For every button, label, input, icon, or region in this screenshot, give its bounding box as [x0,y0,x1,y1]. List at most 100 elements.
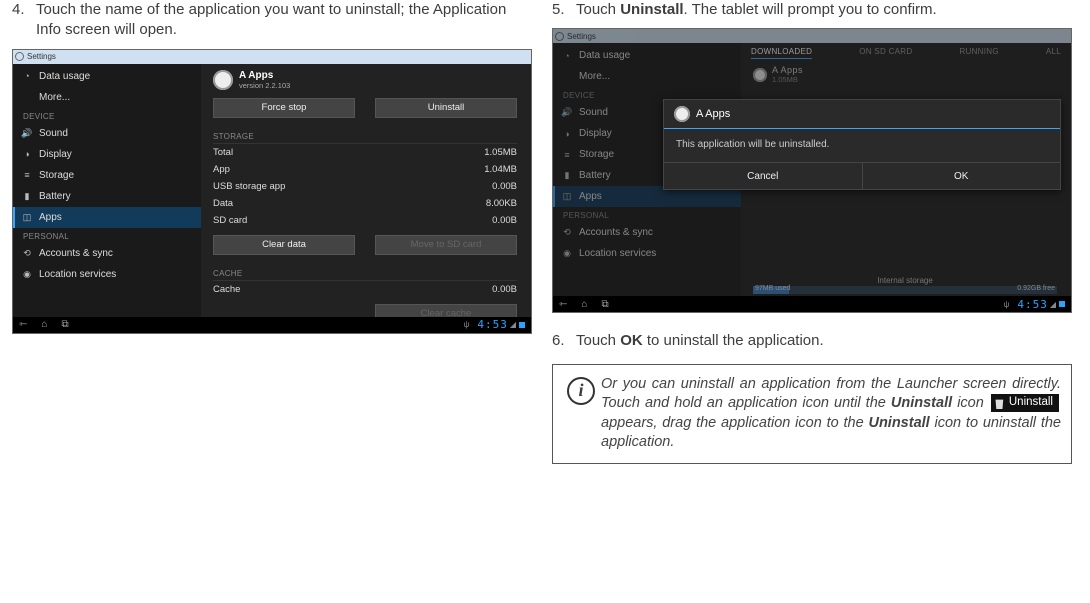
table-row: SD card0.00B [213,212,517,229]
step-5-number: 5. [552,0,576,20]
sidebar-label: Display [39,149,72,160]
tab-running[interactable]: RUNNING [959,47,998,59]
app-name: A Apps [239,70,290,81]
sidebar-section-personal: PERSONAL [13,228,201,243]
sidebar-section-personal: PERSONAL [553,207,741,222]
sound-icon: 🔊 [21,128,33,139]
table-row: App1.04MB [213,161,517,178]
sidebar-item-storage[interactable]: ≡ Storage [13,165,201,186]
sidebar-label: Accounts & sync [39,248,113,259]
sidebar-item-accounts: ⟲Accounts & sync [553,222,741,243]
ok-button[interactable]: OK [862,163,1061,189]
table-row: Data8.00KB [213,195,517,212]
sidebar-label: Battery [39,191,71,202]
cache-header: CACHE [213,265,517,281]
usb-icon: ψ [464,320,470,329]
sidebar-item-display[interactable]: ◑ Display [13,144,201,165]
app-info-panel: A Apps version 2.2.103 Force stop Uninst… [201,64,531,319]
sidebar-item-apps[interactable]: ◫Apps [13,207,201,228]
home-icon[interactable]: ⌂ [41,319,47,330]
sidebar-item-battery[interactable]: ▮ Battery [13,186,201,207]
sidebar-label: Accounts & sync [579,227,653,238]
storage-bar: Internal storage 97MB used 0.92GB free [753,276,1057,294]
app-icon [674,106,690,122]
table-row: Cache0.00B [213,281,517,298]
nav-bar: ⇽ ⌂ ⧉ ψ 4:53 ◢ [13,317,531,333]
uninstall-dialog: A Apps This application will be uninstal… [663,99,1061,190]
sidebar-label: Location services [39,269,116,280]
move-sd-button: Move to SD card [375,235,517,255]
signal-icon: ◢ [510,320,516,329]
clear-data-button[interactable]: Clear data [213,235,355,255]
display-icon: ◑ [21,149,33,159]
sync-icon: ⟲ [21,248,33,259]
sidebar-label: Apps [579,191,602,202]
location-icon: ◉ [21,269,33,280]
tab-downloaded[interactable]: DOWNLOADED [751,47,812,59]
sidebar-label: Sound [39,128,68,139]
titlebar-label: Settings [27,52,56,61]
storage-label: Internal storage [753,276,1057,285]
sidebar-label: Apps [39,212,62,223]
dialog-message: This application will be uninstalled. [664,129,1060,162]
sidebar-label: Storage [39,170,74,181]
sidebar-label: Data usage [579,50,630,61]
uninstall-chip: Uninstall [991,394,1059,412]
dialog-title: A Apps [696,108,730,120]
step-4-number: 4. [12,0,36,41]
uninstall-button[interactable]: Uninstall [375,98,517,118]
sidebar-item-location[interactable]: ◉ Location services [13,264,201,285]
sidebar-label: Display [579,128,612,139]
nav-bar: ⇽ ⌂ ⧉ ψ 4:53 ◢ [553,296,1071,312]
sidebar-label: Battery [579,170,611,181]
storage-free: 0.92GB free [1017,285,1055,292]
tab-sdcard[interactable]: ON SD CARD [859,47,912,59]
sidebar-item-more: More... [553,66,741,87]
battery-icon: ▮ [21,191,33,202]
left-column: 4. Touch the name of the application you… [12,0,532,464]
step-5: 5. Touch Uninstall. The tablet will prom… [552,0,1072,20]
table-row: Total1.05MB [213,144,517,161]
back-icon[interactable]: ⇽ [559,299,567,310]
screenshot-app-info: Settings ◔Data usage More... DEVICE 🔊Sou… [12,49,532,334]
force-stop-button[interactable]: Force stop [213,98,355,118]
screenshot-uninstall-dialog: Settings ◔Data usage More... DEVICE 🔊Sou… [552,28,1072,313]
sidebar-item-sound[interactable]: 🔊 Sound [13,123,201,144]
sidebar-item-accounts[interactable]: ⟲ Accounts & sync [13,243,201,264]
sidebar-label: Sound [579,107,608,118]
step-5-text: Touch Uninstall. The tablet will prompt … [576,0,1072,20]
clock: 4:53 [1017,298,1048,311]
tip-box: i Or you can uninstall an application fr… [552,364,1072,464]
step-6-number: 6. [552,331,576,351]
storage-icon: ≡ [21,170,33,180]
titlebar: Settings [553,29,1071,43]
tab-all[interactable]: ALL [1046,47,1061,59]
sidebar-item-more[interactable]: More... [13,87,201,108]
step-6-text: Touch OK to uninstall the application. [576,331,1072,351]
recent-icon[interactable]: ⧉ [601,299,608,310]
right-column: 5. Touch Uninstall. The tablet will prom… [552,0,1072,464]
back-icon[interactable]: ⇽ [19,319,27,330]
sidebar-item-data-usage[interactable]: ◔Data usage [13,66,201,87]
cancel-button[interactable]: Cancel [664,163,862,189]
status-icon [519,322,525,328]
home-icon[interactable]: ⌂ [581,299,587,310]
sidebar-label: More... [579,71,610,82]
step-6: 6. Touch OK to uninstall the application… [552,331,1072,351]
settings-icon [555,32,564,41]
settings-icon [15,52,24,61]
usb-icon: ψ [1004,300,1010,309]
app-icon [753,68,767,82]
trash-icon [994,397,1005,409]
sidebar-label: Storage [579,149,614,160]
signal-icon: ◢ [1050,300,1056,309]
data-usage-icon: ◔ [561,51,573,61]
app-icon [213,70,233,90]
recent-icon[interactable]: ⧉ [61,319,68,330]
sidebar-label: Location services [579,248,656,259]
app-tabs: DOWNLOADED ON SD CARD RUNNING ALL [741,43,1071,59]
sidebar-label: More... [39,92,70,103]
table-row: USB storage app0.00B [213,178,517,195]
tip-text: Or you can uninstall an application from… [601,375,1061,453]
step-4-text: Touch the name of the application you wa… [36,0,532,41]
